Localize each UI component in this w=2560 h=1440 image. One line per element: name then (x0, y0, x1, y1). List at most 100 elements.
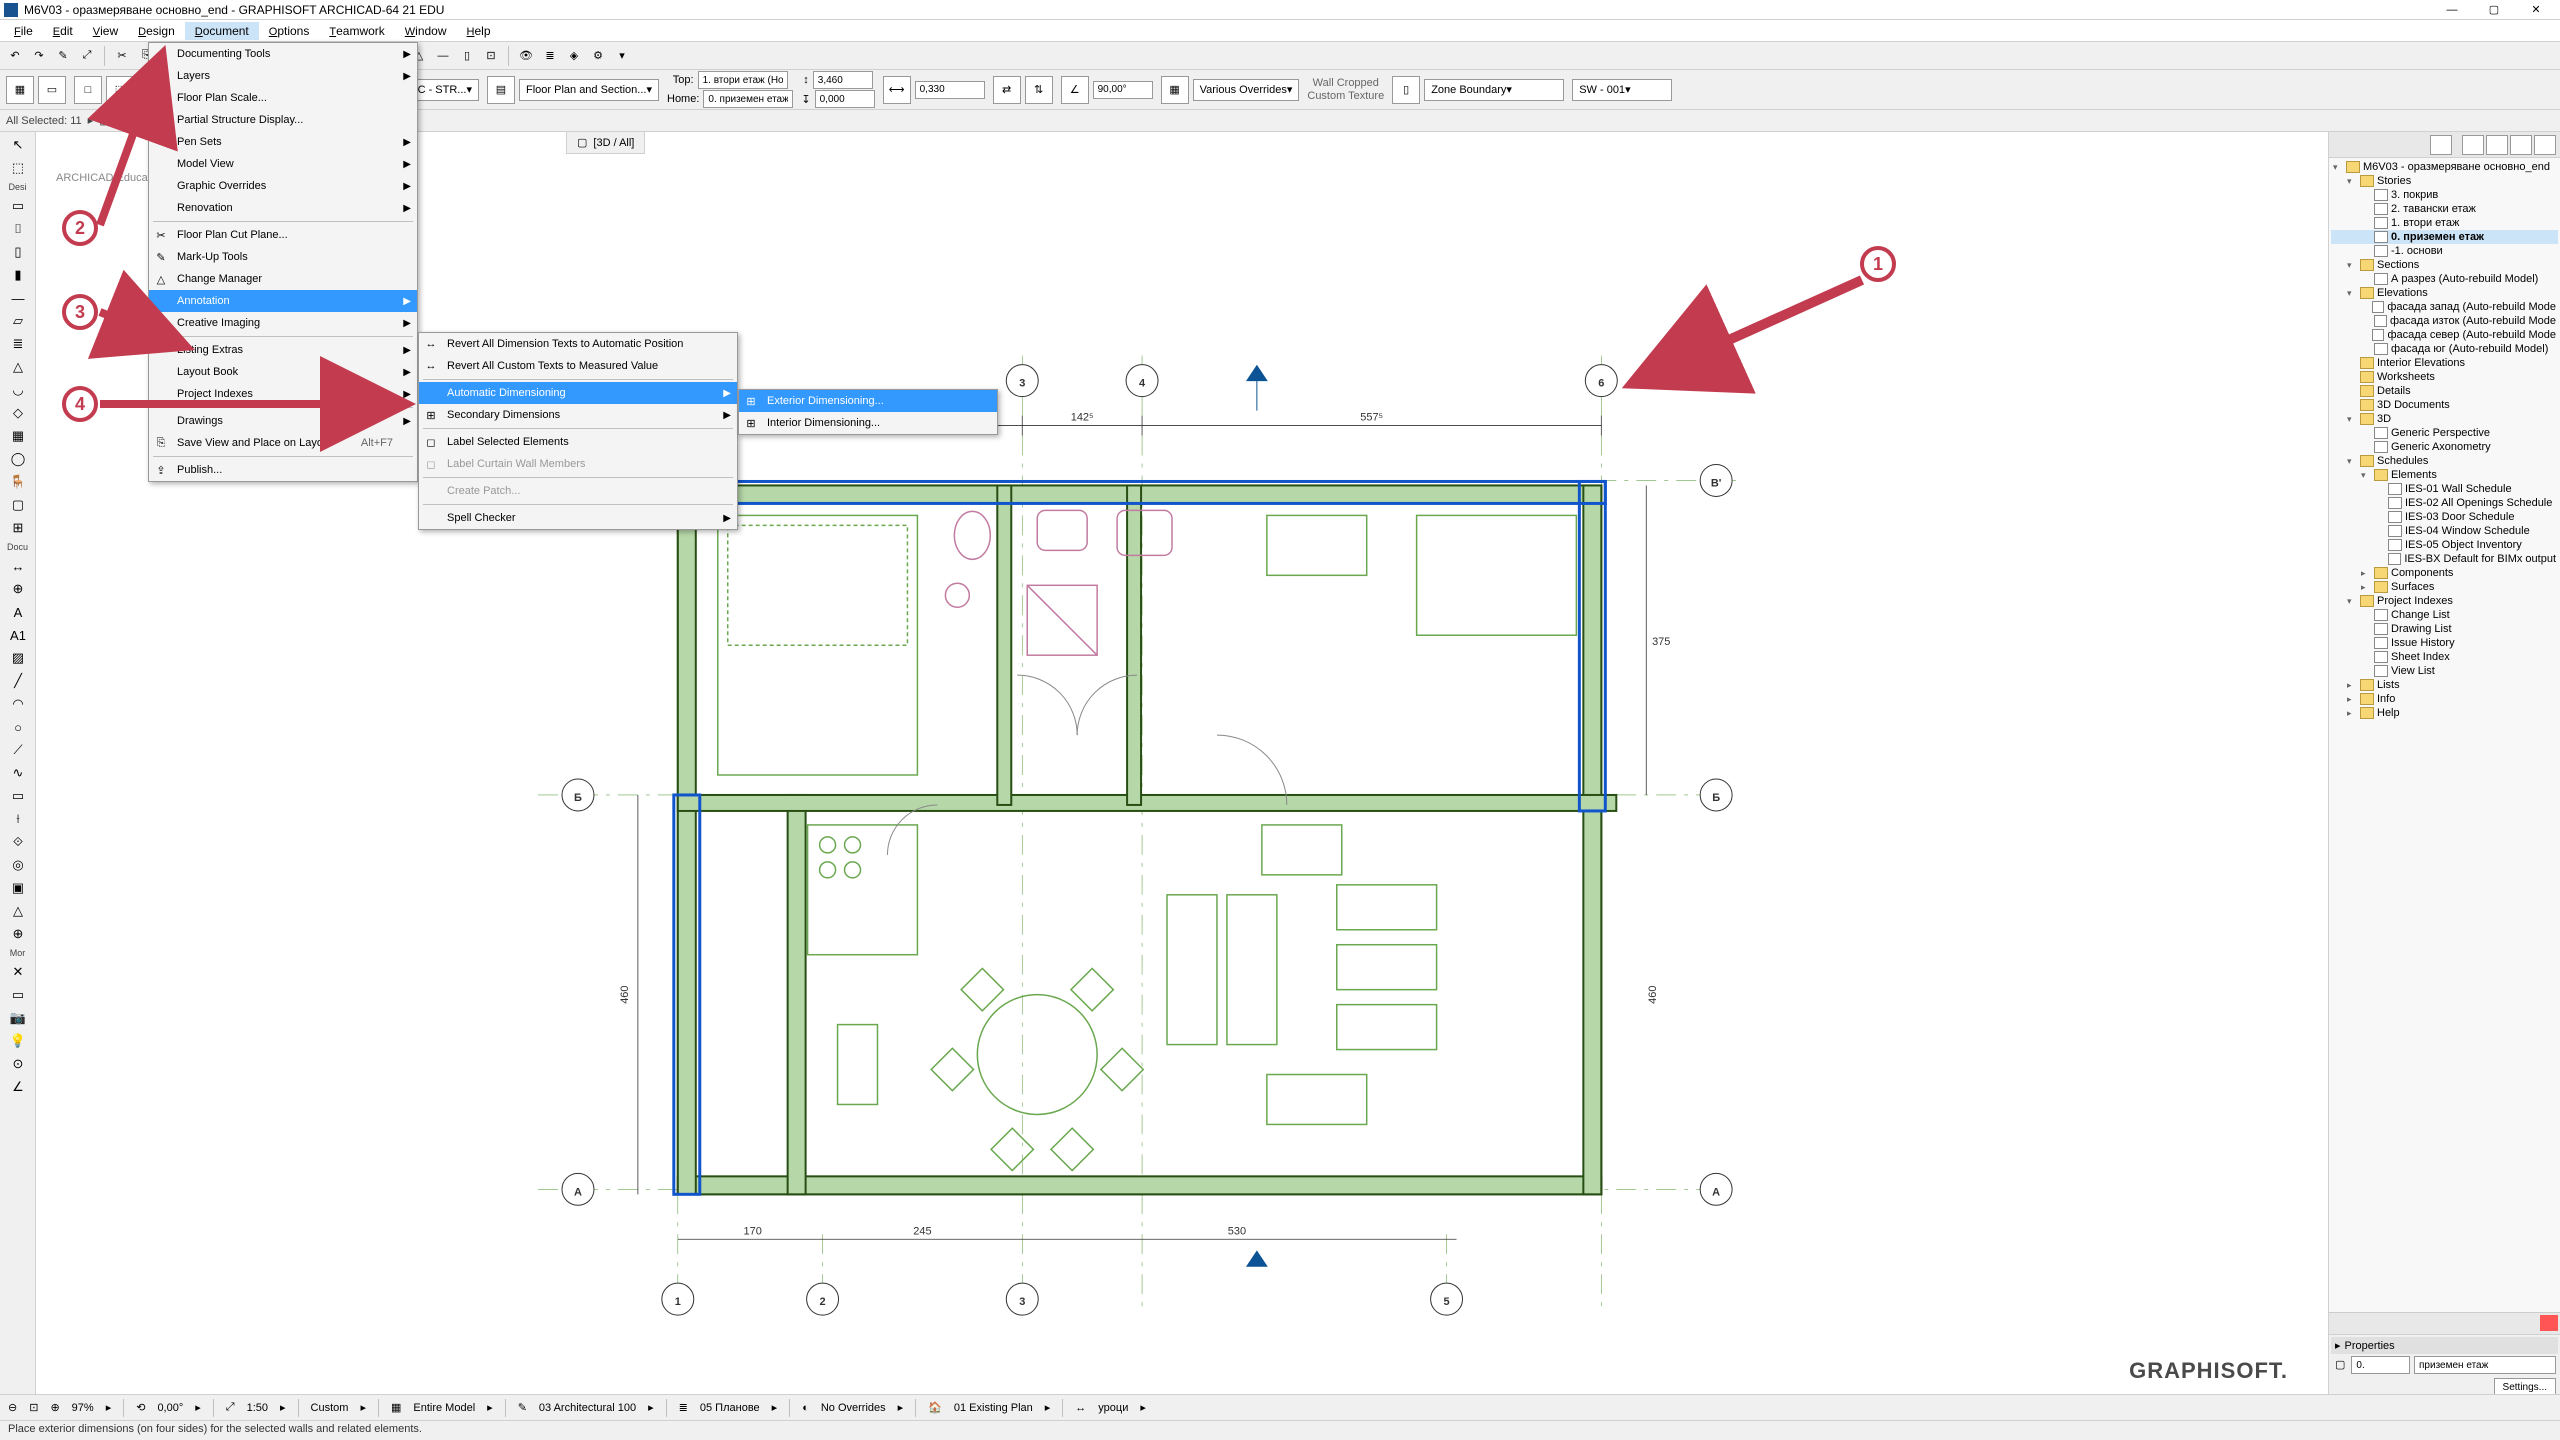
menu-item[interactable]: △Change Manager (149, 268, 417, 290)
nav-action-icon[interactable] (2500, 1315, 2518, 1331)
overrides-dropdown[interactable]: Various Overrides ▾ (1193, 79, 1300, 101)
fill-tool-icon[interactable]: ▨ (2, 647, 34, 669)
level-tool-icon[interactable]: ⊕ (2, 578, 34, 600)
menu-item[interactable]: ⇪Publish... (149, 459, 417, 481)
undo-icon[interactable]: ↶ (4, 45, 26, 67)
curtain-tool-icon[interactable]: ▦ (2, 425, 34, 447)
menu-item[interactable]: Renovation▶ (149, 197, 417, 219)
tree-item[interactable]: фасада запад (Auto-rebuild Mode (2331, 300, 2558, 314)
tree-item[interactable]: Generic Axonometry (2331, 440, 2558, 454)
menu-options[interactable]: Options (259, 22, 320, 40)
column-tool-icon[interactable]: ▮ (2, 264, 34, 286)
tree-item[interactable]: ▾Project Indexes (2331, 594, 2558, 608)
redo-icon[interactable]: ↷ (28, 45, 50, 67)
tree-item[interactable]: Issue History (2331, 636, 2558, 650)
menu-item[interactable]: Annotation▶ (149, 290, 417, 312)
beam-icon[interactable]: — (432, 45, 454, 67)
penset-icon[interactable]: ✎ (518, 1401, 527, 1414)
shell-tool-icon[interactable]: ◡ (2, 379, 34, 401)
menu-item[interactable]: ✂Floor Plan Cut Plane... (149, 224, 417, 246)
menu-item[interactable]: ⊞Secondary Dimensions▶ (419, 404, 737, 426)
menu-item[interactable]: ⊞Exterior Dimensioning... (739, 390, 997, 412)
offset-input[interactable] (815, 90, 875, 108)
wall-segment-icon[interactable]: ▭ (38, 76, 66, 104)
tree-item[interactable]: Sheet Index (2331, 650, 2558, 664)
detail-tool-icon[interactable]: ◎ (2, 854, 34, 876)
window-tool-icon[interactable]: ▯ (2, 241, 34, 263)
menu-design[interactable]: Design (128, 22, 185, 40)
zoom-out-icon[interactable]: ⊖ (8, 1401, 17, 1414)
dim-std-value[interactable]: уроци (1098, 1402, 1128, 1414)
menu-item[interactable]: Listing Extras▶ (149, 339, 417, 361)
tree-item[interactable]: фасада изток (Auto-rebuild Mode (2331, 314, 2558, 328)
tree-item[interactable]: ▸Surfaces (2331, 580, 2558, 594)
tree-item[interactable]: 0. приземен етаж (2331, 230, 2558, 244)
zoom-value[interactable]: 97% (72, 1402, 94, 1414)
nav-action-icon[interactable] (2520, 1315, 2538, 1331)
nav-tab-layout-icon[interactable] (2510, 135, 2532, 155)
label-tool-icon[interactable]: A1 (2, 624, 34, 646)
menu-item[interactable]: Layout Book▶ (149, 361, 417, 383)
stair-tool-icon[interactable]: ≣ (2, 333, 34, 355)
options-icon[interactable]: ⚙ (587, 45, 609, 67)
tree-item[interactable]: ▾Schedules (2331, 454, 2558, 468)
circle-tool-icon[interactable]: ○ (2, 716, 34, 738)
drawing-tool-icon[interactable]: ▭ (2, 785, 34, 807)
marquee-tool-icon[interactable]: ⬚ (2, 157, 34, 179)
worksheet-tool-icon[interactable]: ▣ (2, 877, 34, 899)
layers-icon[interactable]: ≣ (539, 45, 561, 67)
menu-item[interactable]: Creative Imaging▶ (149, 312, 417, 334)
name-input[interactable] (2414, 1356, 2556, 1374)
brush-icon[interactable]: ✎ (52, 45, 74, 67)
method-icon[interactable]: ⬚ (106, 76, 134, 104)
menu-item[interactable]: Pen Sets▶ (149, 131, 417, 153)
tree-item[interactable]: IES-05 Object Inventory (2331, 538, 2558, 552)
zone-icon[interactable]: ▯ (1392, 76, 1420, 104)
tree-item[interactable]: IES-03 Door Schedule (2331, 510, 2558, 524)
method-icon[interactable]: □ (74, 76, 102, 104)
minimize-button[interactable]: — (2432, 1, 2472, 19)
menu-view[interactable]: View (83, 22, 128, 40)
menu-item[interactable]: ↔Revert All Custom Texts to Measured Val… (419, 355, 737, 377)
nav-delete-icon[interactable] (2540, 1315, 2558, 1331)
tree-item[interactable]: IES-04 Window Schedule (2331, 524, 2558, 538)
tree-item[interactable]: фасада юг (Auto-rebuild Model) (2331, 342, 2558, 356)
section-tool-icon[interactable]: ⟊ (2, 808, 34, 830)
tree-item[interactable]: ▾M6V03 - оразмеряване основно_end (2331, 160, 2558, 174)
model-icon[interactable]: ▦ (391, 1401, 401, 1414)
reno-icon[interactable]: 🏠 (928, 1401, 942, 1414)
menu-document[interactable]: Document (185, 22, 259, 40)
elevation-tool-icon[interactable]: ⟐ (2, 831, 34, 853)
top-story-input[interactable] (698, 71, 788, 89)
menu-item[interactable]: Drawings▶ (149, 410, 417, 432)
tree-item[interactable]: View List (2331, 664, 2558, 678)
rotate-icon[interactable]: ⟲ (136, 1401, 145, 1414)
close-button[interactable]: ✕ (2516, 1, 2556, 19)
maximize-button[interactable]: ▢ (2474, 1, 2514, 19)
zoom-fit-icon[interactable]: ⊡ (29, 1401, 38, 1414)
menu-edit[interactable]: Edit (43, 22, 83, 40)
tree-item[interactable]: -1. основи (2331, 244, 2558, 258)
tree-item[interactable]: ▸Help (2331, 706, 2558, 720)
tree-item[interactable]: ▸Info (2331, 692, 2558, 706)
cutplane-icon[interactable]: ▤ (487, 76, 515, 104)
layer-combo[interactable]: 05 Планове (700, 1402, 760, 1414)
figure-tool-icon[interactable]: ▭ (2, 984, 34, 1006)
tree-item[interactable]: фасада север (Auto-rebuild Mode (2331, 328, 2558, 342)
tree-item[interactable]: ▾3D (2331, 412, 2558, 426)
angle-input[interactable] (1093, 81, 1153, 99)
zoom-in-icon[interactable]: ⊕ (50, 1401, 59, 1414)
model-filter[interactable]: Entire Model (413, 1402, 475, 1414)
menu-item[interactable]: Model View▶ (149, 153, 417, 175)
nav-tab-icon[interactable] (2430, 135, 2452, 155)
tree-item[interactable]: ▾Elements (2331, 468, 2558, 482)
trace-icon[interactable]: ◈ (563, 45, 585, 67)
tree-item[interactable]: Generic Perspective (2331, 426, 2558, 440)
tree-item[interactable]: 2. тавански етаж (2331, 202, 2558, 216)
menu-teamwork[interactable]: Teamwork (319, 22, 394, 40)
view-tab[interactable]: ▢ [3D / All] (566, 132, 645, 154)
angle-tool-icon[interactable]: ∠ (2, 1076, 34, 1098)
cut-icon[interactable]: ✂ (111, 45, 133, 67)
tree-item[interactable]: 3. покрив (2331, 188, 2558, 202)
menu-item[interactable]: ⎘Save View and Place on LayoutAlt+F7 (149, 432, 417, 454)
